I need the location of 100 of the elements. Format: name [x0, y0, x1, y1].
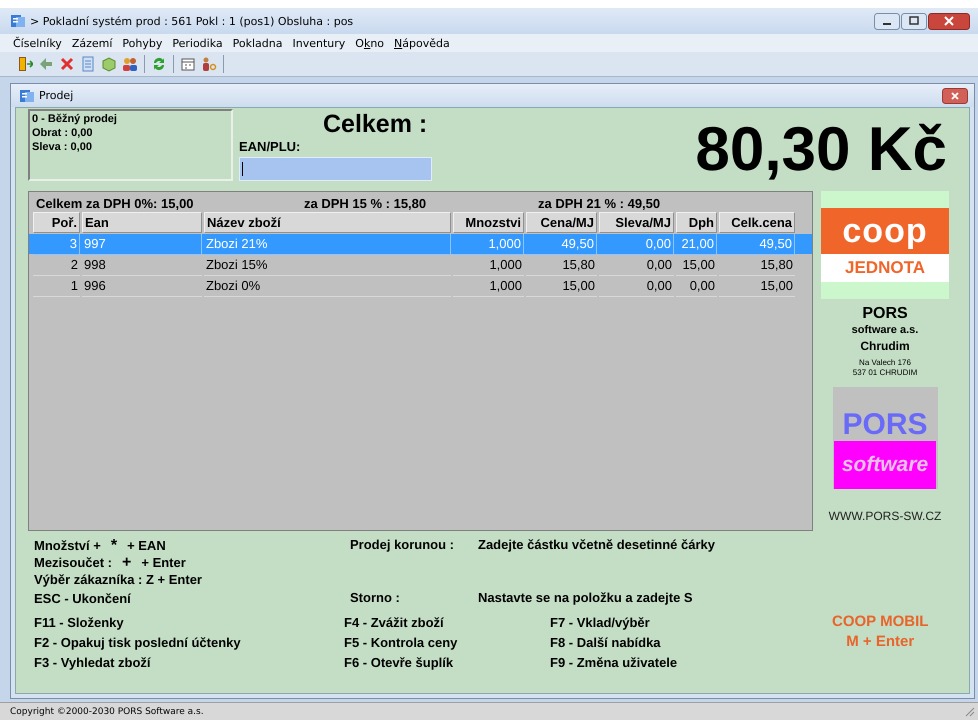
delete-icon[interactable]	[59, 56, 75, 72]
status-text: Copyright ©2000-2030 PORS Software a.s.	[10, 706, 205, 716]
app-icon	[10, 13, 26, 29]
promo-text: M + Enter	[845, 632, 916, 652]
people-icon[interactable]	[122, 56, 138, 72]
refresh-icon[interactable]	[151, 56, 167, 72]
shortcut-text: + EAN	[127, 538, 166, 553]
exit-door-icon[interactable]	[17, 56, 33, 72]
hint-label: Storno :	[350, 590, 401, 605]
promo-text: COOP MOBIL	[832, 612, 928, 632]
table-row[interactable]: 2 998 Zbozi 15% 1,000 15,80 0,00 15,00 15,80	[29, 255, 812, 275]
logo-text: coop	[821, 208, 949, 254]
table-cell: Zbozi 21%	[204, 234, 451, 255]
document-icon[interactable]	[80, 56, 96, 72]
shortcut-text: F9 - Změna uživatele	[550, 654, 678, 671]
window-title: > Pokladní systém prod : 561 Pokl : 1 (pos1) Obsluha : pos	[30, 14, 354, 28]
shortcut-text: F5 - Kontrola ceny	[344, 634, 458, 651]
logo-text: JEDNOTA	[821, 254, 949, 282]
table-cell: 3	[33, 234, 80, 255]
shortcut-text: Množství +	[34, 538, 101, 553]
table-cell: 2	[33, 255, 80, 276]
resize-grip-icon	[965, 706, 975, 716]
website-text: WWW.PORS-SW.CZ	[828, 509, 942, 523]
info-text: 0 - Běžný prodej	[32, 112, 118, 126]
address-text: 537 01 CHRUDIM	[852, 368, 918, 378]
maximize-button[interactable]	[901, 12, 927, 30]
input-field[interactable]	[239, 157, 432, 181]
vat-total: za DPH 15 % : 15,80	[304, 196, 428, 210]
shortcut-text: ESC - Ukončení	[34, 591, 131, 606]
hint-text: Zadejte částku včetně desetinné čárky	[478, 537, 716, 552]
table-cell: Zbozi 15%	[204, 255, 451, 276]
shortcut-text: + Enter	[141, 555, 186, 570]
menu-item[interactable]: Nápověda	[389, 36, 455, 50]
city-text: Chrudim	[860, 338, 910, 355]
shortcut-text: Výběr zákazníka : Z + Enter	[34, 572, 202, 587]
vat-total: Celkem za DPH 0%: 15,00	[36, 196, 195, 210]
table-cell: 0,00	[676, 276, 717, 297]
table-cell: 997	[82, 234, 202, 255]
column-header[interactable]: Mnozstvi	[453, 212, 524, 233]
table-cell: 21,00	[676, 234, 717, 255]
shortcut-text: F8 - Další nabídka	[550, 634, 662, 651]
box-icon[interactable]	[101, 56, 117, 72]
menu-item[interactable]: Inventury	[287, 36, 350, 50]
address-text: Na Valech 176	[858, 358, 912, 368]
menu-item[interactable]: Zázemí	[66, 36, 118, 50]
menu-item[interactable]: Okno	[350, 36, 390, 50]
column-header[interactable]: Sleva/MJ	[599, 212, 674, 233]
calendar-icon[interactable]	[180, 56, 196, 72]
table-cell: 0,00	[599, 276, 674, 297]
company-name: PORS	[862, 305, 908, 323]
hint-label: Prodej korunou :	[350, 537, 455, 552]
table-cell: 1,000	[453, 276, 524, 297]
table-cell: 15,80	[719, 255, 795, 276]
total-label: Celkem :	[323, 109, 428, 139]
logo-text: PORS	[842, 409, 928, 441]
column-header[interactable]: Název zboží	[204, 212, 451, 233]
key-symbol: +	[121, 554, 132, 572]
menu-item[interactable]: Periodika	[167, 36, 228, 50]
shortcut-text: F3 - Vyhledat zboží	[34, 654, 152, 671]
close-button[interactable]	[928, 12, 970, 30]
company-text: software a.s.	[852, 323, 918, 337]
hint-text: Nastavte se na položku a zadejte S	[478, 590, 693, 605]
shortcut-text: F11 - Složenky	[34, 614, 125, 631]
app-icon	[19, 88, 35, 104]
column-header[interactable]: Dph	[676, 212, 717, 233]
shortcut-text: F2 - Opakuj tisk poslední účtenky	[34, 634, 242, 651]
shortcut-text: F7 - Vklad/výběr	[550, 614, 651, 631]
menu-item[interactable]: Pokladna	[228, 36, 288, 50]
table-row[interactable]: 1 996 Zbozi 0% 1,000 15,00 0,00 0,00 15,00	[29, 276, 812, 296]
shortcut-text: F4 - Zvážit zboží	[344, 614, 445, 631]
table-cell: Zbozi 0%	[204, 276, 451, 297]
minimize-button[interactable]	[874, 12, 900, 30]
table-cell: 15,00	[676, 255, 717, 276]
table-cell: 0,00	[599, 234, 674, 255]
column-header[interactable]: Cena/MJ	[526, 212, 597, 233]
table-cell: 996	[82, 276, 202, 297]
info-text: Sleva : 0,00	[32, 140, 93, 154]
table-cell: 49,50	[526, 234, 597, 255]
shortcut-text: F6 - Otevře šuplík	[344, 654, 454, 671]
close-button[interactable]	[942, 88, 968, 104]
table-cell: 0,00	[599, 255, 674, 276]
menu-item[interactable]: Číselníky	[8, 36, 67, 50]
table-cell: 15,80	[526, 255, 597, 276]
table-cell: 998	[82, 255, 202, 276]
field-label: EAN/PLU:	[239, 139, 302, 155]
column-header[interactable]: Celk.cena	[719, 212, 795, 233]
table-cell: 1,000	[453, 255, 524, 276]
menu-item[interactable]: Pohyby	[117, 36, 168, 50]
table-cell: 1	[33, 276, 80, 297]
logo-text: software	[834, 441, 936, 489]
column-header[interactable]: Poř.	[33, 212, 80, 233]
table-cell: 15,00	[526, 276, 597, 297]
vat-total: za DPH 21 % : 49,50	[538, 196, 660, 210]
column-header[interactable]: Ean	[82, 212, 202, 233]
table-cell: 49,50	[719, 234, 795, 255]
shortcut-text: Mezisoučet :	[34, 555, 112, 570]
table-cell: 1,000	[453, 234, 524, 255]
table-cell: 15,00	[719, 276, 795, 297]
total-amount: 80,30 Kč	[694, 115, 948, 186]
key-symbol: *	[110, 536, 118, 554]
